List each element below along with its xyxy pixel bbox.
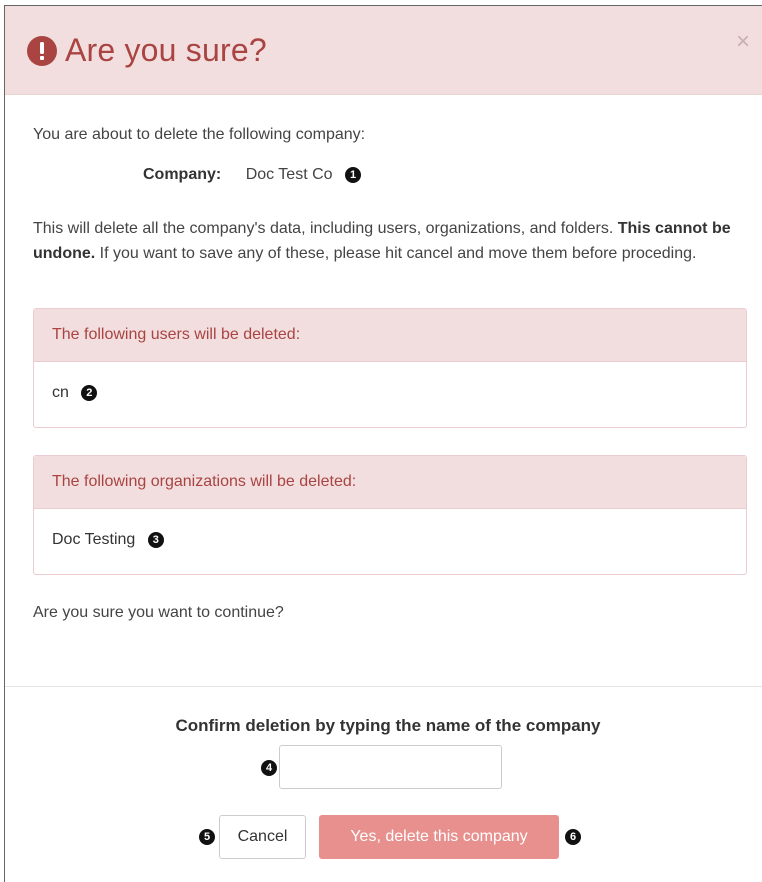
organizations-panel-heading: The following organizations will be dele… bbox=[34, 456, 746, 509]
continue-question: Are you sure you want to continue? bbox=[33, 604, 284, 621]
company-row: Company: Doc Test Co 1 bbox=[143, 166, 361, 184]
desc-tail: If you want to save any of these, please… bbox=[99, 245, 697, 262]
organizations-panel-body: Doc Testing 3 bbox=[34, 509, 746, 574]
callout-5: 5 bbox=[199, 829, 215, 845]
footer-divider bbox=[5, 686, 762, 687]
exclamation-circle-icon bbox=[27, 36, 57, 66]
intro-text: You are about to delete the following co… bbox=[33, 126, 366, 143]
dialog-header: Are you sure? × bbox=[5, 6, 762, 95]
callout-3: 3 bbox=[147, 531, 164, 548]
users-panel-body: cn 2 bbox=[34, 362, 746, 427]
close-icon[interactable]: × bbox=[736, 30, 750, 54]
users-panel-heading: The following users will be deleted: bbox=[34, 309, 746, 362]
confirm-title: Confirm deletion by typing the name of t… bbox=[175, 716, 601, 735]
cancel-button[interactable]: Cancel bbox=[219, 815, 306, 859]
users-panel: The following users will be deleted: cn … bbox=[33, 308, 747, 428]
delete-description: This will delete all the company's data,… bbox=[33, 216, 733, 266]
company-name: Doc Test Co bbox=[245, 166, 333, 183]
delete-company-button[interactable]: Yes, delete this company bbox=[319, 815, 559, 859]
user-item: cn bbox=[52, 384, 69, 401]
callout-4: 4 bbox=[261, 760, 277, 776]
desc-text: This will delete all the company's data,… bbox=[33, 220, 614, 237]
callout-6: 6 bbox=[565, 829, 581, 845]
callout-1: 1 bbox=[345, 166, 361, 183]
callout-2: 2 bbox=[81, 384, 98, 401]
company-label: Company: bbox=[143, 166, 222, 183]
dialog-title: Are you sure? bbox=[65, 32, 267, 68]
delete-company-dialog: Are you sure? × You are about to delete … bbox=[4, 5, 762, 882]
organization-item: Doc Testing bbox=[52, 531, 136, 548]
organizations-panel: The following organizations will be dele… bbox=[33, 455, 747, 575]
company-name-confirm-input[interactable] bbox=[279, 745, 502, 789]
